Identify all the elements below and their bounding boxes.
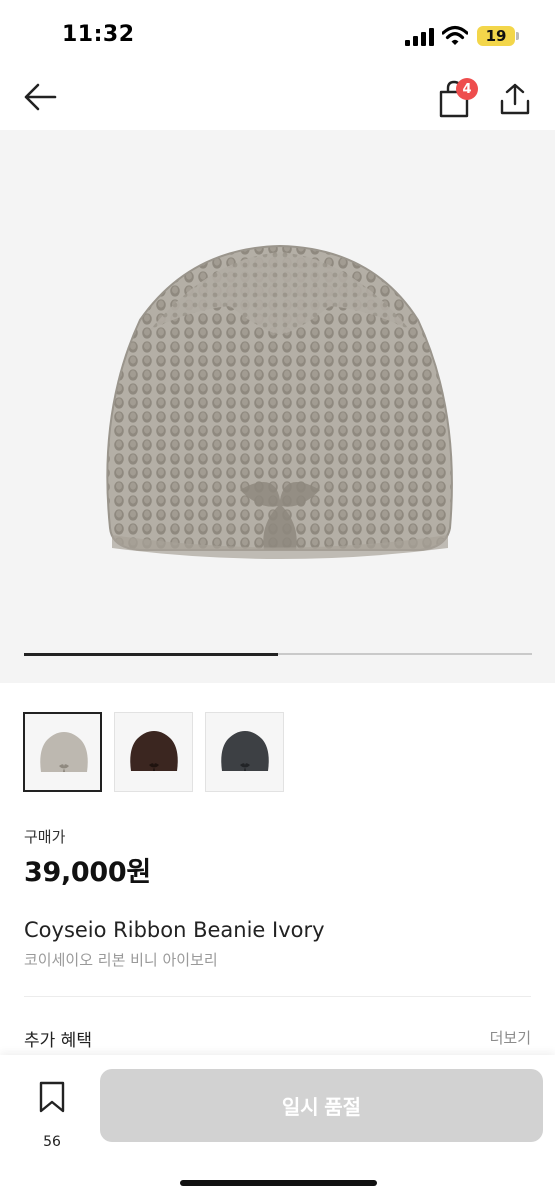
thumbnail-brown[interactable]: [114, 712, 193, 792]
battery-indicator: 19: [477, 26, 519, 46]
bookmark-icon: [39, 1081, 65, 1113]
thumbnail-ivory[interactable]: [23, 712, 102, 792]
price-label: 구매가: [24, 828, 66, 846]
status-time: 11:32: [62, 22, 135, 47]
battery-level: 19: [485, 27, 507, 45]
additional-benefits-label: 추가 혜택: [24, 1031, 92, 1051]
product-name-korean: 코이세이오 리본 비니 아이보리: [24, 951, 218, 969]
sold-out-button[interactable]: 일시 품절: [100, 1069, 543, 1142]
product-name-english: Coyseio Ribbon Beanie Ivory: [24, 918, 325, 942]
thumbnail-charcoal[interactable]: [205, 712, 284, 792]
thumbnail-charcoal-image: [221, 731, 269, 771]
product-image: [106, 244, 453, 559]
bookmark-count: 56: [43, 1134, 61, 1150]
wifi-icon: [442, 25, 468, 45]
battery-cap: [516, 32, 519, 40]
carousel-progress-fill: [24, 652, 278, 656]
section-divider: [24, 996, 531, 997]
nav-bar: 4: [0, 70, 555, 130]
bookmark-button[interactable]: 56: [30, 1077, 74, 1150]
status-bar: 11:32 19: [0, 0, 555, 70]
beanie: [106, 244, 453, 559]
color-thumbnails: [23, 712, 284, 792]
cellular-signal-icon: [405, 28, 434, 46]
thumbnail-brown-image: [130, 731, 178, 771]
price-value: 39,000원: [24, 857, 151, 888]
cart-count-badge: 4: [456, 78, 478, 100]
back-arrow-icon[interactable]: [22, 82, 58, 112]
share-icon[interactable]: [498, 82, 532, 116]
thumbnail-ivory-image: [40, 732, 88, 772]
product-image-carousel[interactable]: [0, 130, 555, 683]
bottom-action-bar: 56 일시 품절: [0, 1055, 555, 1200]
home-indicator: [180, 1180, 377, 1186]
carousel-progress-track: [24, 652, 532, 656]
see-more-link[interactable]: 더보기: [490, 1027, 531, 1048]
